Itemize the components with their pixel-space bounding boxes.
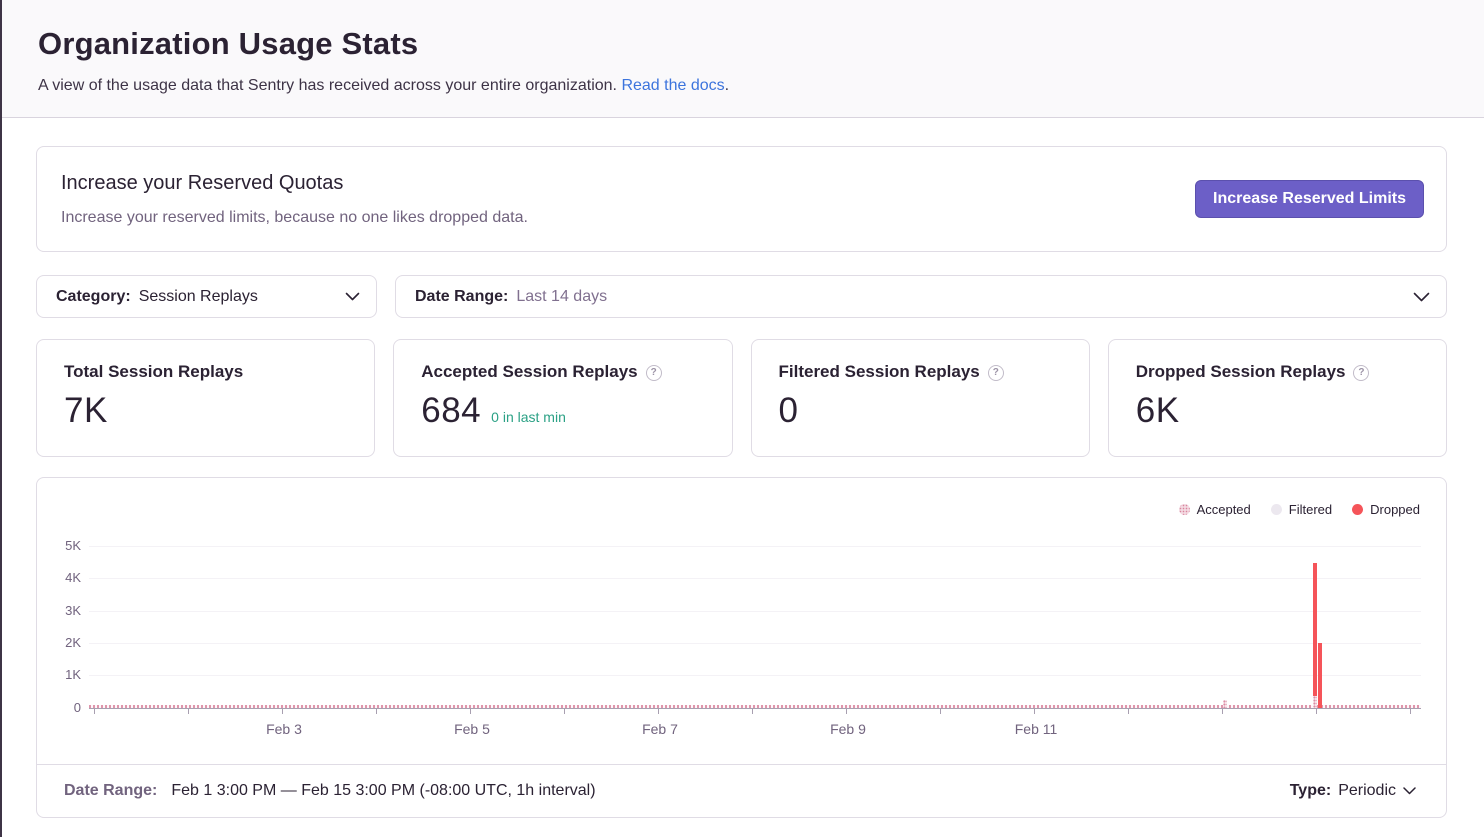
stat-label: Filtered Session Replays xyxy=(779,362,980,382)
category-value: Session Replays xyxy=(139,288,258,306)
window-left-edge xyxy=(0,0,2,837)
x-axis-tick xyxy=(658,709,659,714)
usage-chart-card: Accepted Filtered Dropped 5K 4K 3K 2K 1K… xyxy=(36,477,1447,818)
accepted-bar xyxy=(1223,700,1227,708)
type-label: Type: xyxy=(1290,782,1331,800)
stat-label: Total Session Replays xyxy=(64,362,243,382)
x-axis-tick xyxy=(1410,709,1411,714)
stat-value: 684 xyxy=(421,391,481,431)
dropped-bar xyxy=(1313,563,1317,696)
stat-card-filtered: Filtered Session Replays ? 0 xyxy=(751,339,1090,457)
x-axis-label: Feb 3 xyxy=(266,721,302,737)
stat-value: 6K xyxy=(1136,391,1180,431)
x-axis-tick xyxy=(94,709,95,714)
date-range-value: Last 14 days xyxy=(516,288,607,306)
x-axis-tick xyxy=(564,709,565,714)
dropped-bar xyxy=(1318,643,1322,708)
filter-row: Category: Session Replays Date Range: La… xyxy=(36,275,1447,318)
page-header: Organization Usage Stats A view of the u… xyxy=(0,0,1484,118)
usage-stat-cards: Total Session Replays 7K Accepted Sessio… xyxy=(36,339,1447,457)
stat-value: 0 xyxy=(779,391,799,431)
type-select[interactable]: Type: Periodic xyxy=(1290,782,1416,800)
x-axis-label: Feb 11 xyxy=(1015,721,1058,737)
y-axis-label: 5K xyxy=(37,538,81,554)
help-icon[interactable]: ? xyxy=(1353,365,1369,381)
stat-card-total: Total Session Replays 7K xyxy=(36,339,375,457)
category-label: Category: xyxy=(56,288,131,306)
footer-date-range-value: Feb 1 3:00 PM — Feb 15 3:00 PM (-08:00 U… xyxy=(171,782,595,800)
footer-date-range-label: Date Range: xyxy=(64,782,157,800)
gridline xyxy=(89,546,1421,547)
x-axis-tick xyxy=(1222,709,1223,714)
x-axis-tick xyxy=(188,709,189,714)
gridline xyxy=(89,578,1421,579)
chevron-down-icon xyxy=(1403,787,1416,795)
y-axis-label: 4K xyxy=(37,570,81,586)
read-the-docs-link[interactable]: Read the docs xyxy=(621,77,724,94)
x-axis-tick xyxy=(846,709,847,714)
date-range-label: Date Range: xyxy=(415,288,508,306)
y-axis-label: 3K xyxy=(37,603,81,619)
x-axis-tick xyxy=(1034,709,1035,714)
date-range-select[interactable]: Date Range: Last 14 days xyxy=(395,275,1447,318)
x-axis-label: Feb 5 xyxy=(454,721,490,737)
gridline xyxy=(89,643,1421,644)
x-axis-tick xyxy=(282,709,283,714)
stat-live-sub: 0 in last min xyxy=(491,409,566,425)
page-title: Organization Usage Stats xyxy=(38,26,1444,62)
chevron-down-icon xyxy=(345,292,360,301)
main-content: Increase your Reserved Quotas Increase y… xyxy=(0,146,1484,818)
x-axis-label: Feb 9 xyxy=(830,721,866,737)
quota-banner-title: Increase your Reserved Quotas xyxy=(61,172,1195,195)
stat-card-accepted: Accepted Session Replays ? 684 0 in last… xyxy=(393,339,732,457)
chart-footer: Date Range: Feb 1 3:00 PM — Feb 15 3:00 … xyxy=(37,764,1446,817)
stat-card-dropped: Dropped Session Replays ? 6K xyxy=(1108,339,1447,457)
stat-label: Accepted Session Replays xyxy=(421,362,637,382)
page-subtitle: A view of the usage data that Sentry has… xyxy=(38,77,617,94)
quota-banner-description: Increase your reserved limits, because n… xyxy=(61,209,1195,227)
x-axis-tick xyxy=(752,709,753,714)
reserved-quotas-banner: Increase your Reserved Quotas Increase y… xyxy=(36,146,1447,252)
x-axis-tick xyxy=(940,709,941,714)
category-select[interactable]: Category: Session Replays xyxy=(36,275,377,318)
gridline xyxy=(89,611,1421,612)
chevron-down-icon xyxy=(1413,292,1430,302)
y-axis-label: 1K xyxy=(37,667,81,683)
help-icon[interactable]: ? xyxy=(988,365,1004,381)
x-axis-label: Feb 7 xyxy=(642,721,678,737)
y-axis-label: 2K xyxy=(37,635,81,651)
subtitle-period: . xyxy=(725,77,729,94)
stat-value: 7K xyxy=(64,391,108,431)
help-icon[interactable]: ? xyxy=(646,365,662,381)
x-axis-tick xyxy=(376,709,377,714)
stat-label: Dropped Session Replays xyxy=(1136,362,1346,382)
type-value: Periodic xyxy=(1338,782,1396,800)
y-axis-label: 0 xyxy=(37,700,81,716)
accepted-bar xyxy=(1313,696,1317,708)
x-axis-tick xyxy=(1316,709,1317,714)
x-axis-tick xyxy=(1128,709,1129,714)
increase-reserved-limits-button[interactable]: Increase Reserved Limits xyxy=(1195,180,1424,218)
gridline xyxy=(89,675,1421,676)
x-axis-tick xyxy=(470,709,471,714)
